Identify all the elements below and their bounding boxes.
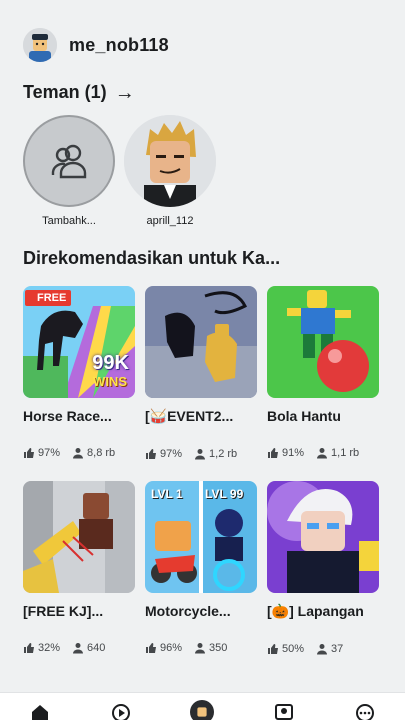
home-icon [32,705,48,720]
players-icon [195,643,206,654]
tab-people[interactable] [272,703,296,720]
game-players: 640 [87,642,106,654]
players-icon [195,449,206,460]
game-stats: 96% 350 [145,642,257,654]
avatar[interactable] [23,28,57,62]
game-title: Motorcycle... [145,603,231,619]
players-icon [317,644,328,655]
add-friend-circle[interactable] [23,115,115,207]
thumb-label-lvl1: LVL 1 [151,487,183,501]
game-thumbnail[interactable]: FREE 99K WINS [23,286,135,398]
game-rating: 91% [282,447,305,459]
game-card[interactable]: LVL 1 LVL 99 Motorcycle... 96% 350 [145,481,257,654]
arrow-right-icon: → [114,81,135,104]
game-thumbnail[interactable]: LVL 1 LVL 99 [145,481,257,593]
game-thumbnail[interactable] [23,481,135,593]
game-thumbnail[interactable] [267,286,379,398]
game-stats: 32% 640 [23,642,135,654]
thumbs-up-icon [24,643,34,653]
friend-avatar[interactable] [124,115,216,207]
friends-title-text: Teman (1) [23,82,107,102]
more-icon [356,704,374,720]
thumbs-up-icon [146,449,156,459]
game-rating: 97% [160,448,183,460]
friend-name: Tambahk... [42,215,96,227]
tab-avatar[interactable] [190,699,214,720]
game-rating: 97% [38,447,61,459]
thumb-label-lvl99: LVL 99 [205,487,244,501]
game-card[interactable]: FREE 99K WINS Horse Race... 97% 8,8 rb [23,286,135,459]
players-icon [73,643,84,654]
players-icon [317,448,328,459]
game-players: 1,1 rb [331,447,360,459]
tab-play[interactable] [109,703,133,720]
game-stats: 91% 1,1 rb [267,447,379,459]
friends-section-title[interactable]: Teman (1) → [23,82,135,103]
game-stats: 97% 1,2 rb [145,448,257,460]
game-thumbnail[interactable] [267,481,379,593]
tab-more[interactable] [353,703,377,720]
thumb-label-count: 99K [92,352,129,374]
friend-item[interactable]: aprill_112 [124,115,216,227]
game-stats: 50% 37 [267,643,379,655]
game-card[interactable]: Bola Hantu 91% 1,1 rb [267,286,379,459]
thumbs-up-icon [24,448,34,458]
game-title: Bola Hantu [267,408,341,424]
people-icon [275,704,293,720]
game-card[interactable]: [FREE KJ]... 32% 640 [23,481,135,654]
thumb-label-wins: WINS [93,374,127,389]
game-thumbnail[interactable] [145,286,257,398]
profile-header[interactable]: me_nob118 [23,28,169,62]
recommended-title[interactable]: Direkomendasikan untuk Ka... [23,248,280,269]
game-players: 8,8 rb [87,447,116,459]
game-card[interactable]: [🥁EVENT2... 97% 1,2 rb [145,286,257,460]
play-icon [112,704,130,720]
game-title: [🎃] Lapangan [267,603,364,619]
game-rating: 96% [160,642,183,654]
people-icon [51,144,87,179]
thumbs-up-icon [268,644,278,654]
game-rating: 50% [282,643,305,655]
thumbs-up-icon [146,643,156,653]
game-title: [FREE KJ]... [23,603,104,619]
game-title: [🥁EVENT2... [145,408,234,424]
thumb-label-free: FREE [37,292,67,304]
tab-home[interactable] [28,703,52,720]
bottom-tab-bar [0,692,405,720]
avatar [190,700,214,720]
friend-name: aprill_112 [146,215,194,227]
game-players: 37 [331,643,344,655]
username[interactable]: me_nob118 [69,35,169,56]
game-title: Horse Race... [23,408,112,424]
game-players: 1,2 rb [209,448,238,460]
players-icon [73,448,84,459]
game-stats: 97% 8,8 rb [23,447,135,459]
game-rating: 32% [38,642,61,654]
game-card[interactable]: [🎃] Lapangan 50% 37 [267,481,379,655]
thumbs-up-icon [268,448,278,458]
game-players: 350 [209,642,228,654]
add-friend-button[interactable]: Tambahk... [23,115,115,227]
